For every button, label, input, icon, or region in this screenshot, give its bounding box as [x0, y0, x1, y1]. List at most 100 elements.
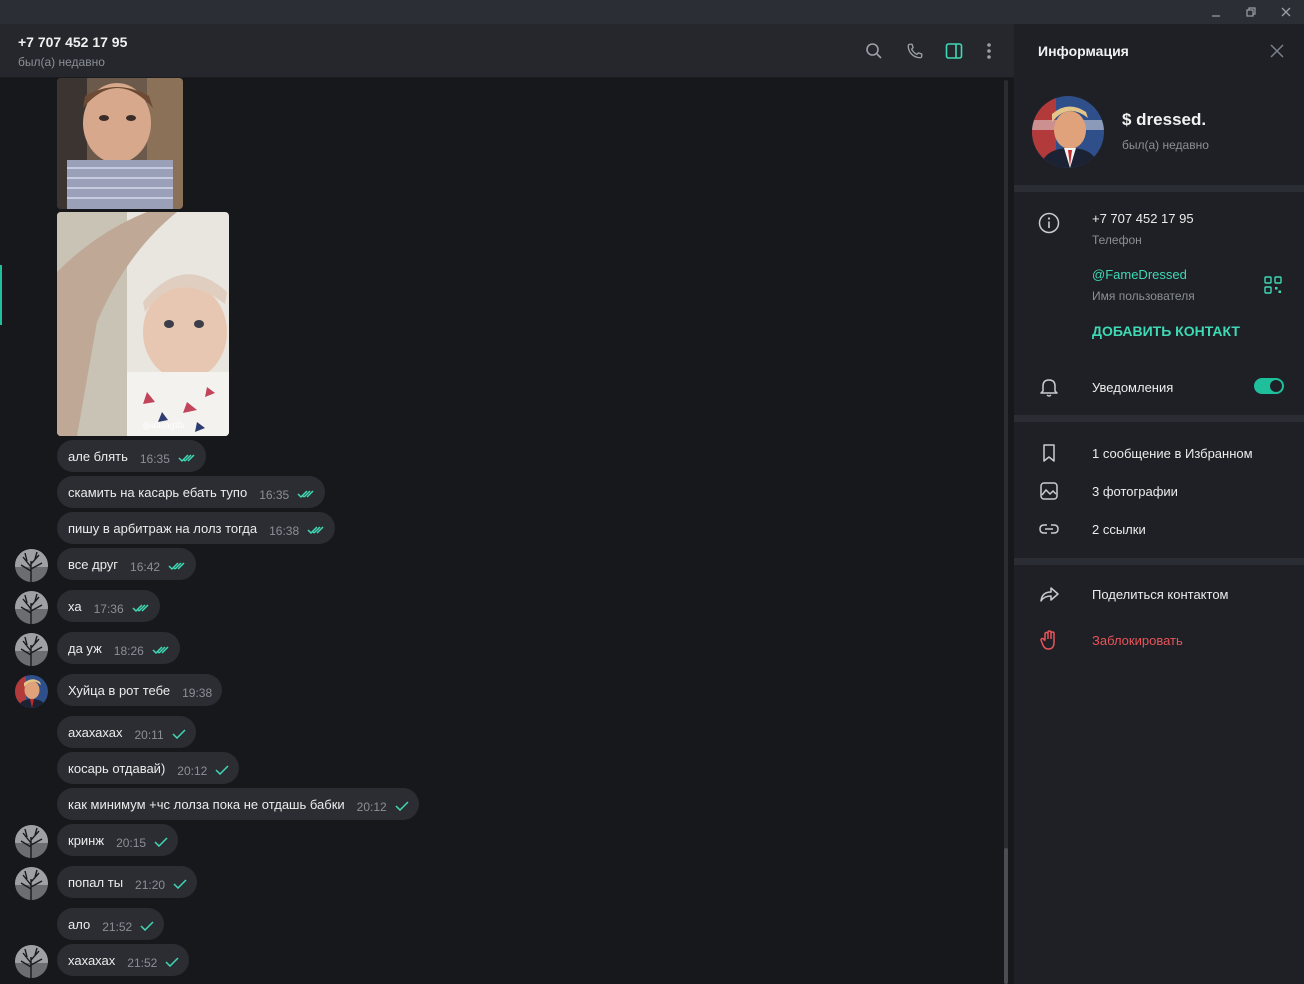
- unread-indicator: [0, 265, 2, 325]
- more-options-button[interactable]: [978, 40, 1000, 62]
- message-list[interactable]: @alisagifs але блять 16:35 скамить на каса…: [0, 78, 1014, 984]
- message-bubble[interactable]: кринж 20:15: [57, 824, 179, 856]
- sender-avatar[interactable]: [15, 591, 48, 624]
- profile-avatar[interactable]: [1032, 96, 1104, 168]
- chat-status: был(а) недавно: [18, 55, 105, 69]
- message-text: кринж: [68, 832, 105, 848]
- message-bubble[interactable]: але блять 16:35: [57, 440, 206, 472]
- separator: [1014, 558, 1304, 565]
- profile-status: был(а) недавно: [1122, 138, 1209, 152]
- minimize-icon: [1212, 15, 1220, 17]
- single-check-icon: [395, 801, 409, 811]
- message-bubble[interactable]: как минимум +чс лолза пока не отдашь баб…: [57, 788, 419, 820]
- avatar-trump: [15, 675, 48, 708]
- saved-messages-link[interactable]: 1 сообщение в Избранном: [1092, 446, 1253, 461]
- username-value[interactable]: @FameDressed: [1092, 267, 1187, 282]
- close-icon: [1281, 7, 1291, 17]
- notifications-toggle[interactable]: [1254, 378, 1284, 394]
- qr-code-button[interactable]: [1264, 276, 1286, 298]
- double-check-icon: [307, 525, 325, 535]
- photo-watermark: @alisagifs: [143, 421, 185, 430]
- message-time: 20:15: [116, 836, 147, 850]
- single-check-icon: [215, 765, 229, 775]
- minimize-button[interactable]: [1198, 0, 1234, 24]
- block-hand-icon: [1038, 629, 1060, 651]
- window-titlebar: [0, 0, 1304, 24]
- message-text: все друг: [68, 556, 119, 572]
- block-user-button[interactable]: Заблокировать: [1092, 633, 1183, 648]
- avatar-tree: [15, 633, 48, 666]
- message-text: Хуйца в рот тебе: [68, 682, 171, 698]
- message-bubble[interactable]: хахахах 21:52: [57, 944, 190, 976]
- phone-value[interactable]: +7 707 452 17 95: [1092, 211, 1194, 226]
- message-bubble[interactable]: ало 21:52: [57, 908, 165, 940]
- links-link[interactable]: 2 ссылки: [1092, 522, 1146, 537]
- chat-scrollbar[interactable]: [1004, 80, 1008, 984]
- double-check-icon: [152, 645, 170, 655]
- message-bubble[interactable]: ахахахах 20:11: [57, 716, 196, 748]
- message-text: косарь отдавай): [68, 760, 166, 776]
- message-bubble[interactable]: скамить на касарь ебать тупо 16:35: [57, 476, 326, 508]
- avatar-tree: [15, 945, 48, 978]
- message-time: 16:38: [269, 524, 300, 538]
- bookmark-icon: [1038, 442, 1060, 464]
- close-window-button[interactable]: [1268, 0, 1304, 24]
- search-button[interactable]: [863, 40, 885, 62]
- phone-icon: [907, 43, 923, 59]
- message-time: 21:52: [102, 920, 133, 934]
- sender-avatar[interactable]: [15, 825, 48, 858]
- message-time: 20:12: [177, 764, 208, 778]
- add-contact-button[interactable]: ДОБАВИТЬ КОНТАКТ: [1092, 323, 1240, 339]
- sender-avatar[interactable]: [15, 945, 48, 978]
- message-text: да уж: [68, 640, 102, 656]
- avatar-tree: [15, 825, 48, 858]
- message-time: 21:20: [135, 878, 166, 892]
- bell-icon: [1038, 376, 1060, 398]
- message-bubble[interactable]: косарь отдавай) 20:12: [57, 752, 240, 784]
- photos-link[interactable]: 3 фотографии: [1092, 484, 1178, 499]
- notifications-label: Уведомления: [1092, 380, 1174, 395]
- message-text: але блять: [68, 448, 128, 464]
- share-contact-button[interactable]: Поделиться контактом: [1092, 587, 1229, 602]
- separator: [1014, 185, 1304, 192]
- message-text: как минимум +чс лолза пока не отдашь баб…: [68, 796, 345, 812]
- message-bubble[interactable]: Хуйца в рот тебе 19:38: [57, 674, 223, 706]
- message-text: ха: [68, 598, 82, 614]
- info-panel: Информация $ dressed. был(а) недавно +7 …: [1014, 24, 1304, 984]
- photo-message[interactable]: @alisagifs: [57, 212, 229, 436]
- message-bubble[interactable]: да уж 18:26: [57, 632, 180, 664]
- avatar-tree: [15, 591, 48, 624]
- share-icon: [1038, 583, 1060, 605]
- close-info-button[interactable]: [1268, 42, 1286, 60]
- sender-avatar[interactable]: [15, 675, 48, 708]
- message-bubble[interactable]: все друг 16:42: [57, 548, 197, 580]
- message-bubble[interactable]: пишу в арбитраж на лолз тогда 16:38: [57, 512, 336, 544]
- message-time: 20:11: [134, 728, 164, 742]
- toggle-info-panel-button[interactable]: [943, 40, 965, 62]
- double-check-icon: [178, 453, 196, 463]
- message-bubble[interactable]: ха 17:36: [57, 590, 160, 622]
- chat-scroll-thumb[interactable]: [1004, 848, 1008, 984]
- sender-avatar[interactable]: [15, 549, 48, 582]
- call-button[interactable]: [904, 40, 926, 62]
- double-check-icon: [132, 603, 150, 613]
- message-bubble[interactable]: попал ты 21:20: [57, 866, 198, 898]
- info-title: Информация: [1038, 43, 1129, 59]
- chat-header[interactable]: +7 707 452 17 95 был(а) недавно: [0, 24, 1014, 78]
- restore-button[interactable]: [1233, 0, 1269, 24]
- message-text: хахахах: [68, 952, 116, 968]
- chat-title[interactable]: +7 707 452 17 95: [18, 34, 127, 50]
- photo-message[interactable]: [57, 78, 183, 209]
- message-text: скамить на касарь ебать тупо: [68, 484, 248, 500]
- username-label: Имя пользователя: [1092, 289, 1195, 303]
- sender-avatar[interactable]: [15, 867, 48, 900]
- single-check-icon: [172, 729, 186, 739]
- single-check-icon: [173, 879, 187, 889]
- sender-avatar[interactable]: [15, 633, 48, 666]
- avatar-tree: [15, 549, 48, 582]
- message-time: 18:26: [113, 644, 144, 658]
- message-text: ахахахах: [68, 724, 123, 740]
- message-text: пишу в арбитраж на лолз тогда: [68, 520, 258, 536]
- message-text: попал ты: [68, 874, 124, 890]
- double-check-icon: [297, 489, 315, 499]
